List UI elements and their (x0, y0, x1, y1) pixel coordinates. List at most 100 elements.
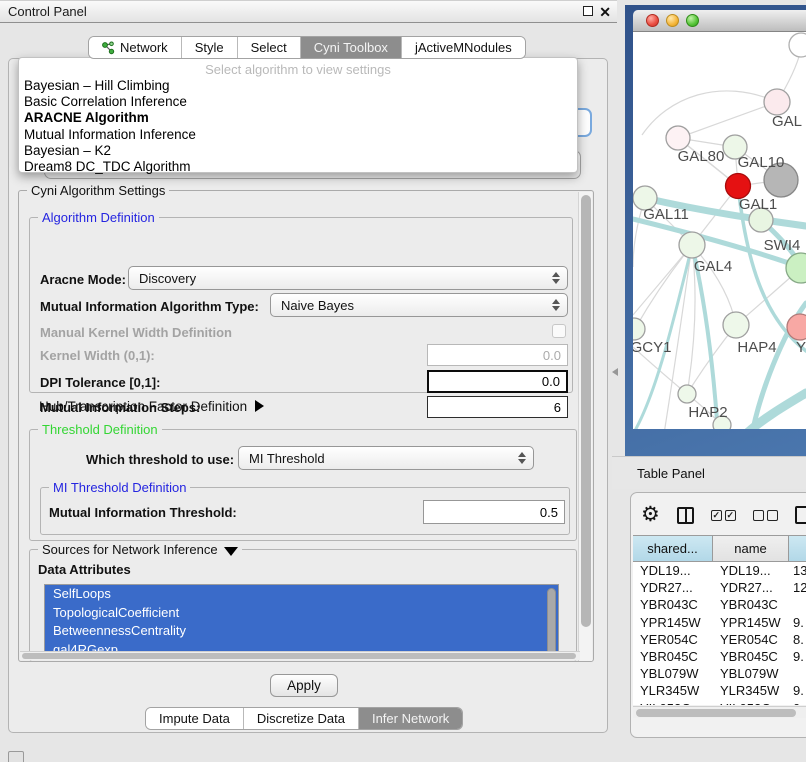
settings-hscrollbar[interactable] (20, 651, 580, 660)
column-header-name[interactable]: name (713, 536, 789, 562)
node-gal4[interactable] (679, 232, 705, 258)
threshold-definition-group: Threshold Definition Which threshold to … (29, 429, 577, 541)
network-canvas[interactable]: GAL GAL80 GAL10 GAL1 GAL11 GAL4 SWI4 GCY… (633, 32, 806, 429)
mode-tabs: Impute Data Discretize Data Infer Networ… (145, 707, 463, 730)
close-icon[interactable]: ✕ (599, 6, 611, 18)
attribute-item-selected[interactable]: TopologicalCoefficient (45, 604, 558, 623)
which-threshold-combobox[interactable]: MI Threshold (238, 446, 534, 470)
algorithm-definition-group: Algorithm Definition Aracne Mode: Discov… (29, 217, 573, 393)
table-panel-header: Table Panel (612, 456, 806, 489)
attribute-item-selected[interactable]: BetweennessCentrality (45, 622, 558, 641)
node-gal1-highlighted[interactable] (726, 174, 751, 199)
manual-kernel-label: Manual Kernel Width Definition (40, 325, 232, 340)
mi-threshold-title: MI Threshold Definition (49, 480, 190, 495)
table-row[interactable]: YLR345WYLR345W9. (633, 682, 806, 699)
node-gal80[interactable] (666, 126, 690, 150)
settings-vscrollbar[interactable] (578, 192, 592, 661)
tab-impute-data[interactable]: Impute Data (146, 708, 244, 729)
dropdown-item[interactable]: Bayesian – K2 (19, 143, 577, 159)
node-label: GAL10 (738, 154, 785, 171)
node-label: GAL80 (678, 148, 725, 165)
node-label: Y (796, 339, 806, 356)
table-row[interactable]: YBL079WYBL079W (633, 665, 806, 682)
tab-network[interactable]: Network (89, 37, 182, 58)
manual-kernel-checkbox[interactable] (552, 324, 566, 338)
kernel-width-input[interactable] (427, 344, 568, 366)
split-columns-icon[interactable] (677, 507, 694, 524)
kernel-width-label: Kernel Width (0,1): (40, 348, 155, 363)
float-window-icon[interactable] (583, 6, 593, 16)
dropdown-item[interactable]: Mutual Information Inference (19, 127, 577, 143)
tab-style[interactable]: Style (182, 37, 238, 58)
table-row[interactable]: YPR145WYPR145W9. (633, 614, 806, 631)
collapse-arrow-icon[interactable] (224, 547, 238, 556)
attribute-item-selected[interactable]: SelfLoops (45, 585, 558, 604)
table-row[interactable]: YIL052CYIL052C0. (633, 700, 806, 706)
mi-steps-input[interactable] (427, 396, 568, 418)
node-label: GAL4 (694, 258, 732, 275)
which-threshold-label: Which threshold to use: (86, 452, 234, 467)
node-hap2[interactable] (678, 385, 696, 403)
mi-algorithm-type-combobox[interactable]: Naive Bayes (270, 293, 568, 317)
deselect-all-checks-icon[interactable] (753, 510, 778, 521)
node-label: GAL11 (643, 206, 689, 223)
mi-threshold-group: MI Threshold Definition Mutual Informati… (40, 487, 570, 535)
node-table: shared... name YDL19...YDL19...13 YDR27.… (633, 535, 806, 705)
table-row[interactable]: YDR27...YDR27...12 (633, 579, 806, 596)
sources-title[interactable]: Sources for Network Inference (38, 542, 242, 557)
cyni-algorithm-settings-group: Cyni Algorithm Settings Algorithm Defini… (18, 190, 594, 662)
document-icon[interactable] (795, 506, 806, 524)
apply-button[interactable]: Apply (270, 674, 338, 697)
node-label: GAL1 (739, 196, 777, 213)
node-unlabeled[interactable] (789, 33, 806, 57)
aracne-mode-label: Aracne Mode: (40, 272, 126, 287)
dropdown-item[interactable]: Basic Correlation Inference (19, 94, 577, 110)
table-panel: ⚙ ✓ ✓ shared... name YDL19...YDL19...13 … (630, 492, 806, 738)
gear-icon[interactable]: ⚙ (641, 505, 660, 525)
network-graph: GAL GAL80 GAL10 GAL1 GAL11 GAL4 SWI4 GCY… (633, 32, 806, 429)
network-icon (102, 41, 115, 55)
tab-cyni-toolbox[interactable]: Cyni Toolbox (301, 37, 402, 58)
mi-type-label: Mutual Information Algorithm Type: (40, 299, 259, 314)
table-hscrollbar[interactable] (633, 706, 806, 718)
node-gal-cut[interactable] (764, 89, 790, 115)
threshold-definition-title: Threshold Definition (38, 422, 162, 437)
table-row[interactable]: YBR043CYBR043C (633, 596, 806, 613)
control-panel-tabs: Network Style Select Cyni Toolbox jActiv… (88, 36, 526, 59)
dropdown-item-selected[interactable]: ARACNE Algorithm (19, 110, 577, 126)
dropdown-item[interactable]: Dream8 DC_TDC Algorithm (19, 159, 577, 175)
node-gcy1[interactable] (633, 318, 645, 340)
expand-arrow-icon[interactable] (255, 400, 264, 412)
dropdown-item[interactable]: Bayesian – Hill Climbing (19, 78, 577, 94)
select-all-checks-icon[interactable]: ✓ ✓ (711, 510, 736, 521)
bottom-corner-icon[interactable] (8, 751, 24, 762)
table-panel-title: Table Panel (637, 466, 705, 481)
list-scrollbar[interactable] (547, 588, 556, 656)
node-hap4[interactable] (723, 312, 749, 338)
node-salmon[interactable] (787, 314, 806, 340)
column-header-cut[interactable] (789, 536, 806, 562)
table-row[interactable]: YBR045CYBR045C9. (633, 648, 806, 665)
network-window-titlebar (633, 10, 806, 32)
splitter-collapse-icon[interactable] (612, 368, 618, 376)
column-header-shared[interactable]: shared... (633, 536, 713, 562)
minimize-traffic-light-icon[interactable] (666, 14, 679, 27)
node-label: GAL (772, 113, 802, 130)
hub-section-label[interactable]: Hub/Transcription Factor Definition (39, 399, 264, 414)
dropdown-placeholder: Select algorithm to view settings (19, 61, 577, 78)
combo-arrows-icon (552, 267, 560, 289)
mi-threshold-input[interactable] (423, 500, 565, 524)
dpi-tolerance-input[interactable] (427, 370, 568, 393)
tab-infer-network[interactable]: Infer Network (359, 708, 462, 729)
table-row[interactable]: YER054CYER054C8. (633, 631, 806, 648)
network-window: GAL GAL80 GAL10 GAL1 GAL11 GAL4 SWI4 GCY… (625, 5, 806, 456)
close-traffic-light-icon[interactable] (646, 14, 659, 27)
table-header-row: shared... name (633, 536, 806, 562)
aracne-mode-combobox[interactable]: Discovery (128, 266, 568, 290)
tab-select[interactable]: Select (238, 37, 301, 58)
zoom-traffic-light-icon[interactable] (686, 14, 699, 27)
node-label: HAP4 (737, 339, 776, 356)
table-row[interactable]: YDL19...YDL19...13 (633, 562, 806, 579)
tab-discretize-data[interactable]: Discretize Data (244, 708, 359, 729)
tab-jactivemnodules[interactable]: jActiveMNodules (402, 37, 525, 58)
